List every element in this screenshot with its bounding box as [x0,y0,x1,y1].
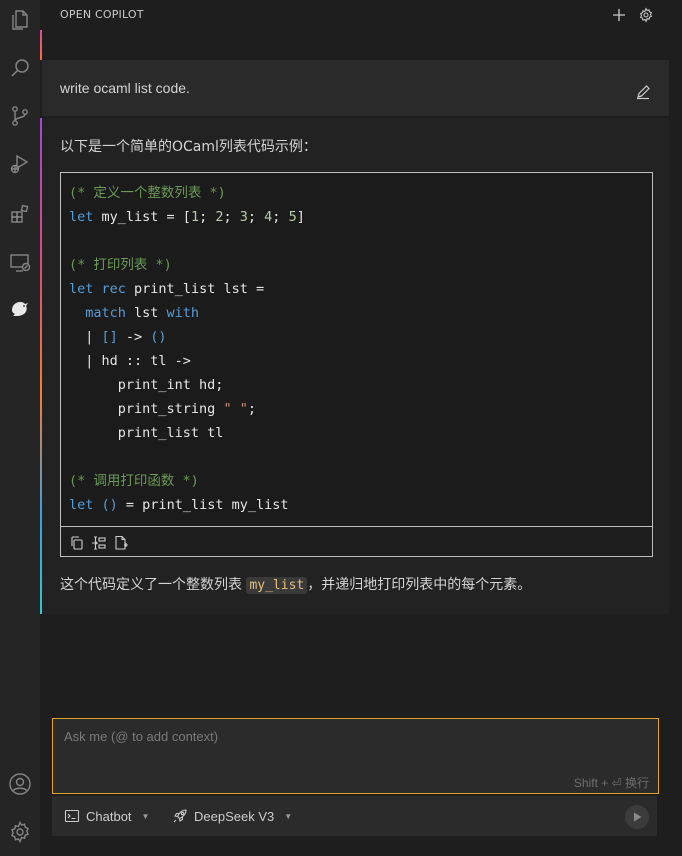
code-token: (* 调用打印函数 *) [69,473,199,489]
code-token: ; [223,209,240,225]
code-token: print_int hd; [69,377,224,393]
code-token: (* 打印列表 *) [69,257,172,273]
copilot-bird-icon[interactable] [0,290,40,326]
code-token: let [69,281,94,297]
mode-label: Chatbot [86,808,132,824]
code-toolbar [60,526,653,557]
inline-code: my_list [246,577,308,594]
assistant-intro-text: 以下是一个简单的OCaml列表代码示例： [60,139,317,155]
code-content[interactable]: (* 定义一个整数列表 *) let my_list = [1; 2; 3; 4;… [69,181,305,517]
code-line: (* 定义一个整数列表 *) [69,181,305,205]
code-line: | [] -> () [69,325,305,349]
send-button[interactable] [625,805,649,829]
code-token: match [85,305,126,321]
code-token: [] [101,329,118,345]
rocket-icon [173,809,187,823]
code-token: 1 [190,209,200,225]
code-token: ; [272,209,289,225]
manage-gear-icon[interactable] [0,814,40,850]
accent-bar-top [40,30,42,60]
play-icon [634,812,642,822]
user-message-text: write ocaml list code. [60,80,190,96]
gear-icon[interactable] [635,4,657,26]
insert-at-cursor-icon[interactable] [91,535,107,551]
code-line: let my_list = [1; 2; 3; 4; 5] [69,205,305,229]
chevron-down-icon: ▼ [284,811,293,821]
code-token: let [69,209,94,225]
mode-selector[interactable]: Chatbot ▼ [64,808,149,824]
code-token: = print_list my_list [117,497,289,513]
code-token: 3 [239,209,248,225]
code-token: (* 定义一个整数列表 *) [69,185,226,201]
run-debug-icon[interactable] [0,146,40,182]
code-token: -> [117,329,151,345]
code-token: my_list = [ [93,209,191,225]
code-token: ; [247,401,256,417]
code-token: print_list tl [69,425,224,441]
code-token: print_string [69,401,224,417]
explorer-icon[interactable] [0,2,40,38]
code-line: let rec print_list lst = [69,277,305,301]
code-line: print_list tl [69,421,305,445]
code-token: ] [296,209,305,225]
code-token: ; [199,209,216,225]
code-token: with [166,305,200,321]
code-line: (* 打印列表 *) [69,253,305,277]
code-line: match lst with [69,301,305,325]
edit-pencil-icon[interactable] [635,84,651,100]
user-message: write ocaml list code. [42,60,669,116]
code-token: | [69,329,102,345]
panel-header: OPEN COPILOT [40,0,682,30]
code-token: ; [247,209,265,225]
code-line: print_int hd; [69,373,305,397]
chevron-down-icon: ▼ [141,811,150,821]
code-token: rec [101,281,126,297]
code-token: () [101,497,118,513]
source-control-icon[interactable] [0,98,40,134]
code-token: let [69,497,94,513]
plus-icon[interactable] [608,4,630,26]
new-file-icon[interactable] [113,535,129,551]
activity-bar [0,0,40,856]
input-footer: Chatbot ▼ DeepSeek V3 ▼ [52,796,657,836]
terminal-icon [64,809,80,823]
code-line: (* 调用打印函数 *) [69,469,305,493]
model-selector[interactable]: DeepSeek V3 ▼ [172,808,292,824]
copy-icon[interactable] [69,535,85,551]
code-token: 5 [288,209,297,225]
extensions-icon[interactable] [0,196,40,232]
code-token: lst [125,305,167,321]
code-token: " " [223,401,248,417]
model-label: DeepSeek V3 [194,808,275,824]
panel-title: OPEN COPILOT [60,8,144,21]
code-token: print_list lst = [125,281,265,297]
code-token: | hd :: tl -> [69,353,191,369]
code-line: print_string " "; [69,397,305,421]
code-line: | hd :: tl -> [69,349,305,373]
remote-explorer-icon[interactable] [0,244,40,280]
code-block: (* 定义一个整数列表 *) let my_list = [1; 2; 3; 4;… [60,172,653,526]
outro-before: 这个代码定义了一个整数列表 [60,577,247,593]
chat-input-box: Shift + ⏎ 换行 [52,718,659,794]
code-token: () [150,329,167,345]
outro-after: ，并递归地打印列表中的每个元素。 [307,577,532,593]
assistant-message: 以下是一个简单的OCaml列表代码示例： (* 定义一个整数列表 *) let m… [42,118,669,614]
search-icon[interactable] [0,50,40,86]
chat-input[interactable] [53,719,658,775]
shortcut-hint: Shift + ⏎ 换行 [573,776,649,790]
code-line: let () = print_list my_list [69,493,305,517]
account-icon[interactable] [0,766,40,802]
assistant-outro-text: 这个代码定义了一个整数列表 my_list ，并递归地打印列表中的每个元素。 [60,574,531,594]
